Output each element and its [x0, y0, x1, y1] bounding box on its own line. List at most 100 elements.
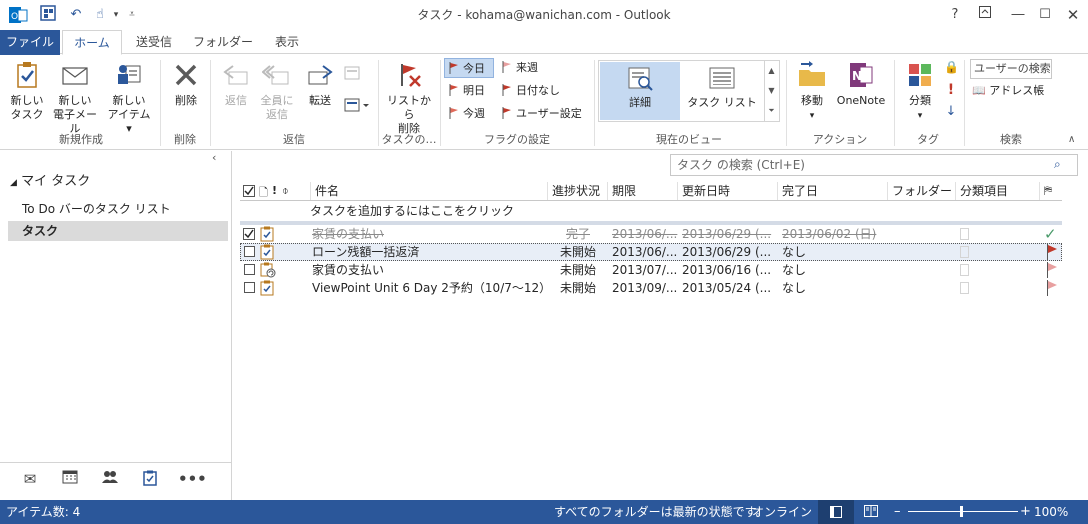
row-due: 2013/07/...: [612, 263, 678, 277]
flag-red-icon: [502, 106, 512, 119]
calendar-icon[interactable]: [58, 470, 82, 490]
move-label: 移動: [801, 94, 823, 107]
more-nav-icon[interactable]: •••: [178, 470, 207, 490]
people-icon[interactable]: [98, 470, 122, 490]
collapse-ribbon-icon[interactable]: ∧: [1068, 134, 1082, 146]
reply-button[interactable]: 返信: [216, 60, 256, 108]
complete-column-header[interactable]: [243, 185, 255, 200]
private-lock-icon[interactable]: 🔒: [944, 60, 959, 76]
column-header-modified[interactable]: 更新日時: [678, 182, 778, 200]
sidebar-item-tasks[interactable]: タスク: [8, 221, 228, 241]
maximize-button[interactable]: ☐: [1030, 0, 1060, 30]
tasks-nav-icon[interactable]: [138, 470, 162, 490]
row-due: 2013/06/...: [612, 227, 678, 241]
new-email-button[interactable]: 新しい 電子メール: [48, 60, 102, 136]
tab-folder[interactable]: フォルダー: [188, 30, 258, 55]
search-icon[interactable]: ⌕: [1054, 157, 1070, 173]
my-tasks-label: マイ タスク: [21, 174, 91, 189]
onenote-button[interactable]: N OneNote: [834, 60, 888, 108]
onenote-icon: N: [846, 60, 876, 90]
row-complete-checkbox[interactable]: [243, 228, 255, 243]
flag-today-button[interactable]: 今日: [444, 58, 494, 78]
row-category-box[interactable]: [960, 282, 969, 294]
flag-this-week-label: 今週: [463, 107, 485, 120]
reply-all-button[interactable]: 全員に 返信: [256, 60, 298, 122]
send-receive-all-icon[interactable]: [38, 5, 58, 25]
mail-icon[interactable]: ✉: [18, 470, 42, 490]
icon-column-icon[interactable]: 🗋: [259, 184, 269, 199]
low-importance-icon[interactable]: ↓: [944, 104, 958, 120]
row-complete-checkbox[interactable]: [244, 246, 255, 257]
flag-tomorrow-label: 明日: [463, 84, 485, 97]
column-header-due[interactable]: 期限: [608, 182, 678, 200]
tab-file[interactable]: ファイル: [0, 30, 60, 55]
row-status: 未開始: [559, 245, 596, 259]
importance-column-icon[interactable]: !: [272, 184, 280, 198]
close-button[interactable]: ✕: [1058, 0, 1088, 30]
add-new-task-row[interactable]: タスクを追加するにはここをクリック: [310, 202, 710, 220]
ribbon-display-options-button[interactable]: [970, 0, 1000, 30]
row-complete-checkbox[interactable]: [244, 264, 255, 275]
tab-view[interactable]: 表示: [262, 30, 312, 55]
my-tasks-header[interactable]: ◢ マイ タスク: [10, 172, 210, 192]
meeting-reply-icon[interactable]: [344, 66, 364, 84]
forward-icon: [305, 60, 335, 90]
view-gallery-scroll[interactable]: ▲ ▼ ⏷: [764, 61, 778, 121]
view-group-label: 現在のビュー: [656, 133, 722, 146]
flag-pink-icon[interactable]: [1046, 280, 1058, 299]
row-category-box[interactable]: [960, 264, 969, 276]
more-reply-icon[interactable]: [344, 98, 374, 116]
zoom-slider[interactable]: [908, 511, 1018, 512]
customize-qat-icon[interactable]: ⩡: [126, 5, 138, 25]
flag-this-week-button[interactable]: 今週: [449, 104, 499, 124]
attachment-column-icon[interactable]: ⌽: [282, 184, 292, 198]
zoom-slider-thumb[interactable]: [960, 506, 963, 517]
flag-no-date-button[interactable]: 日付なし: [502, 81, 572, 101]
touch-mode-dropdown-icon[interactable]: ▾: [110, 5, 122, 25]
flag-column-icon[interactable]: ⛿: [1044, 184, 1058, 198]
row-category-box[interactable]: [960, 228, 969, 240]
reading-view-icon[interactable]: [864, 505, 880, 519]
task-list-view-icon: [707, 66, 737, 92]
sync-status: すべてのフォルダーは最新の状態です。: [554, 505, 768, 519]
column-header-completed[interactable]: 完了日: [778, 182, 888, 200]
minimize-button[interactable]: ―: [1003, 0, 1033, 30]
minimize-folder-pane-icon[interactable]: ‹: [212, 151, 226, 165]
flag-red-icon: [449, 83, 459, 96]
view-detail-button[interactable]: 詳細: [600, 62, 680, 120]
flag-custom-button[interactable]: ユーザー設定: [502, 104, 588, 124]
new-items-button[interactable]: 新しい アイテム ▾: [104, 60, 154, 136]
move-button[interactable]: 移動 ▾: [792, 60, 832, 123]
flag-next-week-button[interactable]: 来週: [502, 58, 562, 78]
tab-send-receive[interactable]: 送受信: [126, 30, 182, 55]
row-modified: 2013/06/29 (...: [682, 245, 772, 259]
undo-icon[interactable]: ↶: [66, 5, 86, 25]
flag-tomorrow-button[interactable]: 明日: [449, 81, 499, 101]
row-category-box[interactable]: [960, 246, 969, 258]
search-people-input[interactable]: ユーザーの検索: [970, 59, 1052, 79]
forward-button[interactable]: 転送: [300, 60, 340, 108]
address-book-button[interactable]: 📖 アドレス帳: [972, 81, 1052, 101]
delete-button[interactable]: 削除: [166, 60, 206, 108]
column-header-subject[interactable]: 件名: [310, 182, 548, 200]
task-search-input[interactable]: タスク の検索 (Ctrl+E): [670, 154, 1078, 176]
remove-from-list-button[interactable]: リストから 削除: [382, 60, 436, 136]
zoom-in-button[interactable]: +: [1020, 500, 1032, 524]
high-importance-icon[interactable]: !: [944, 82, 958, 98]
zoom-out-button[interactable]: –: [894, 500, 906, 524]
view-task-list-button[interactable]: タスク リスト: [682, 62, 762, 120]
sidebar-item-todo-list[interactable]: To Do バーのタスク リスト: [8, 199, 228, 219]
column-header-categories[interactable]: 分類項目: [956, 182, 1040, 200]
categorize-button[interactable]: 分類 ▾: [900, 60, 940, 123]
normal-view-button[interactable]: [818, 500, 854, 524]
new-task-button[interactable]: 新しい タスク: [6, 60, 48, 122]
column-header-status[interactable]: 進捗状況: [548, 182, 608, 200]
row-complete-checkbox[interactable]: [244, 282, 255, 293]
column-header-folder[interactable]: フォルダー: [888, 182, 956, 200]
row-modified: 2013/06/16 (...: [682, 263, 772, 277]
tab-home[interactable]: ホーム: [62, 30, 122, 55]
completed-check-icon[interactable]: ✓: [1044, 225, 1060, 243]
touch-mode-icon[interactable]: ☝: [90, 5, 110, 25]
ribbon-separator: [786, 60, 787, 146]
help-button[interactable]: ?: [940, 0, 970, 30]
